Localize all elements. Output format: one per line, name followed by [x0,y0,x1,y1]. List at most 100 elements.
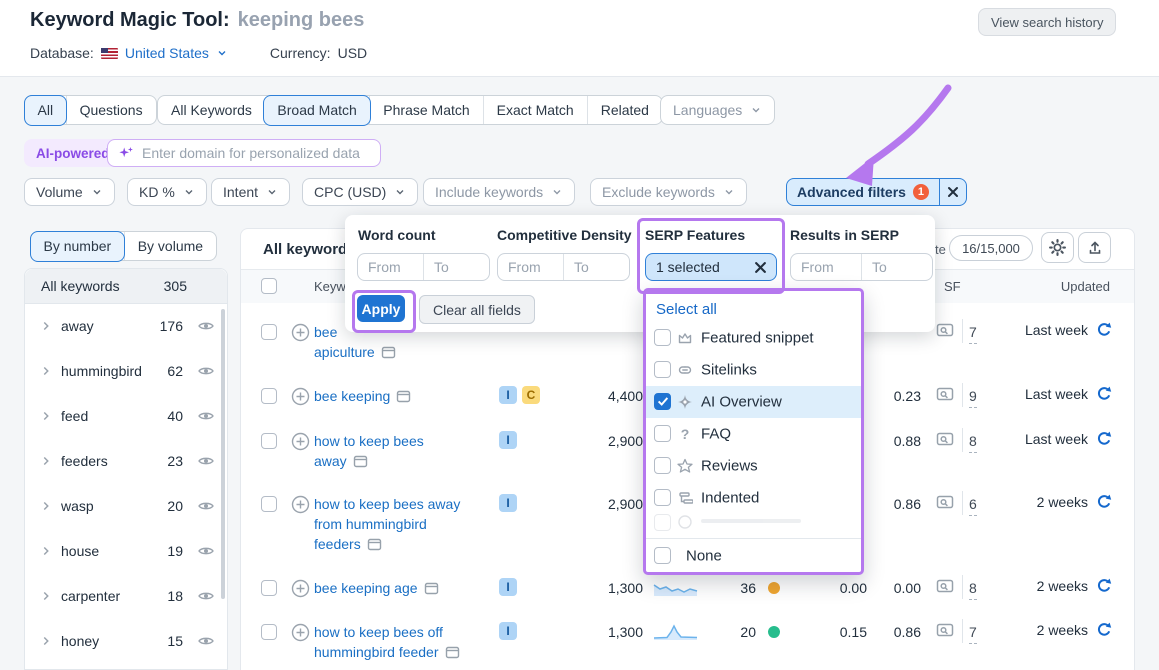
advanced-filters-button[interactable]: Advanced filters 1 [786,178,967,206]
eye-icon[interactable] [197,587,215,605]
sidebar-group-house[interactable]: house 19 [25,528,227,573]
tab-broad-match[interactable]: Broad Match [263,95,370,126]
tab-exact-match[interactable]: Exact Match [483,96,587,124]
intent-badge-informational[interactable]: I [499,386,517,404]
serp-preview-icon[interactable] [936,493,954,511]
clear-all-fields-button[interactable]: Clear all fields [419,295,535,324]
sidebar-group-honey[interactable]: honey 15 [25,618,227,663]
tab-phrase-match[interactable]: Phrase Match [369,96,482,124]
sf-count-link[interactable]: 7 [969,622,977,644]
results-in-serp-range-input[interactable]: From To [790,253,933,281]
serp-option-faq[interactable]: ? FAQ [646,418,861,450]
add-keyword-icon[interactable] [291,323,310,342]
tab-related[interactable]: Related [587,96,662,124]
select-all-checkbox[interactable] [261,278,277,294]
intent-badge-commercial[interactable]: C [522,386,540,404]
serp-preview-icon[interactable] [936,577,954,595]
add-keyword-icon[interactable] [291,432,310,451]
view-search-history-button[interactable]: View search history [978,8,1116,36]
row-checkbox[interactable] [261,580,277,596]
sidebar-group-feeders[interactable]: feeders 23 [25,438,227,483]
languages-dropdown[interactable]: Languages [660,95,775,125]
apply-button[interactable]: Apply [357,295,405,322]
intent-filter[interactable]: Intent [211,178,290,206]
serp-option-partial[interactable] [646,510,861,536]
eye-icon[interactable] [197,452,215,470]
word-count-range-input[interactable]: From To [357,253,490,281]
eye-icon[interactable] [197,632,215,650]
checkbox[interactable] [654,489,671,506]
chevron-right-icon[interactable] [39,634,53,648]
eye-icon[interactable] [197,542,215,560]
refresh-icon[interactable] [1096,494,1112,510]
refresh-icon[interactable] [1096,578,1112,594]
sf-count-link[interactable]: 8 [969,431,977,453]
keyword-link[interactable]: bee keeping [314,386,411,406]
refresh-icon[interactable] [1096,386,1112,402]
chevron-right-icon[interactable] [39,499,53,513]
tab-all[interactable]: All [24,95,68,126]
keyword-link[interactable]: how to keep bees off hummingbird feeder [314,622,460,662]
export-button[interactable] [1078,232,1111,263]
sidebar-all-keywords-row[interactable]: All keywords 305 [25,269,227,304]
keyword-link[interactable]: how to keep bees away [314,431,424,471]
advanced-filters-close-button[interactable] [939,179,966,205]
refresh-icon[interactable] [1096,322,1112,338]
select-all-link[interactable]: Select all [656,301,717,318]
checkbox-checked[interactable] [654,393,671,410]
eye-icon[interactable] [197,407,215,425]
refresh-icon[interactable] [1096,622,1112,638]
checkbox[interactable] [654,425,671,442]
sf-count-link[interactable]: 7 [969,322,977,344]
sidebar-group-hummingbird[interactable]: hummingbird 62 [25,348,227,393]
tab-by-number[interactable]: By number [30,231,126,262]
domain-input[interactable]: Enter domain for personalized data [107,139,381,167]
volume-filter[interactable]: Volume [24,178,115,206]
kd-filter[interactable]: KD % [127,178,207,206]
intent-badge-informational[interactable]: I [499,494,517,512]
serp-preview-icon[interactable] [936,430,954,448]
intent-badge-informational[interactable]: I [499,622,517,640]
serp-option-featured-snippet[interactable]: Featured snippet [646,322,861,354]
chevron-right-icon[interactable] [39,454,53,468]
row-checkbox[interactable] [261,433,277,449]
serp-card-icon[interactable] [381,345,396,360]
clear-selection-icon[interactable] [754,261,767,274]
database-select[interactable]: United States [125,45,209,61]
table-settings-button[interactable] [1041,232,1074,263]
chevron-right-icon[interactable] [39,544,53,558]
add-keyword-icon[interactable] [291,495,310,514]
sidebar-group-carpenter[interactable]: carpenter 18 [25,573,227,618]
intent-badge-informational[interactable]: I [499,578,517,596]
serp-preview-icon[interactable] [936,621,954,639]
sf-count-link[interactable]: 8 [969,578,977,600]
checkbox[interactable] [654,547,671,564]
checkbox[interactable] [654,457,671,474]
tab-by-volume[interactable]: By volume [124,232,216,260]
cpc-filter[interactable]: CPC (USD) [302,178,418,206]
sidebar-group-feed[interactable]: feed 40 [25,393,227,438]
add-keyword-icon[interactable] [291,579,310,598]
serp-card-icon[interactable] [396,389,411,404]
keyword-link[interactable]: how to keep bees away from hummingbird f… [314,494,460,554]
sidebar-group-away[interactable]: away 176 [25,303,227,348]
checkbox[interactable] [654,514,671,531]
keyword-link[interactable]: bee keeping age [314,578,439,598]
exclude-keywords-filter[interactable]: Exclude keywords [590,178,747,206]
tab-questions[interactable]: Questions [66,96,156,124]
checkbox[interactable] [654,329,671,346]
add-keyword-icon[interactable] [291,387,310,406]
serp-card-icon[interactable] [445,645,460,660]
chevron-down-icon[interactable] [216,47,228,59]
checkbox[interactable] [654,361,671,378]
serp-features-select[interactable]: 1 selected [645,253,777,281]
serp-option-sitelinks[interactable]: Sitelinks [646,354,861,386]
add-keyword-icon[interactable] [291,623,310,642]
serp-card-icon[interactable] [424,581,439,596]
serp-card-icon[interactable] [353,454,368,469]
serp-preview-icon[interactable] [936,321,954,339]
tab-all-keywords[interactable]: All Keywords [158,96,265,124]
serp-option-ai-overview[interactable]: AI Overview [646,386,861,418]
sidebar-scrollbar[interactable] [221,309,225,599]
eye-icon[interactable] [197,497,215,515]
